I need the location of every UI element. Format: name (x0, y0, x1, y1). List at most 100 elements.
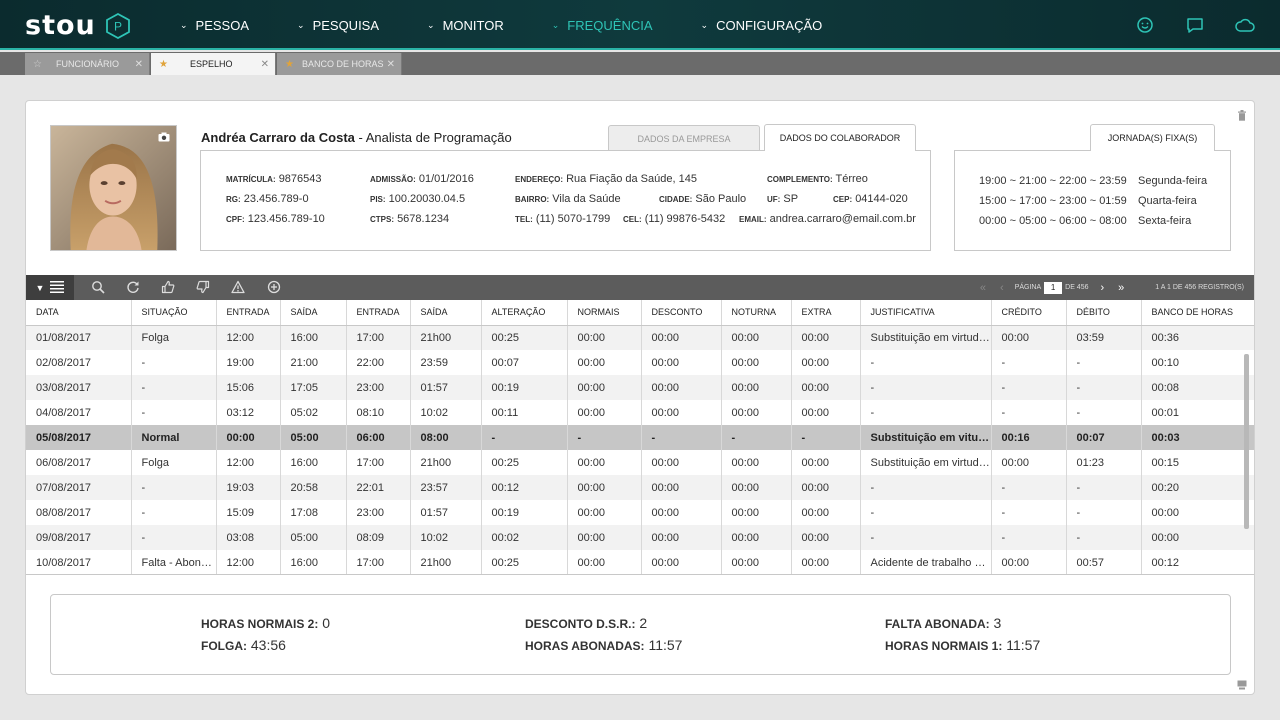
column-header[interactable]: ALTERAÇÃO (481, 300, 568, 326)
table-cell: 05:00 (280, 525, 347, 550)
smiley-icon[interactable] (1134, 14, 1156, 36)
trash-icon[interactable] (1237, 108, 1247, 121)
table-row[interactable]: 07/08/2017-19:03 20:58 22:01 23:57 00:12 00:0… (26, 475, 1254, 500)
table-cell: 00:00 (641, 450, 722, 475)
star-outline-icon[interactable]: ☆ (33, 59, 42, 70)
last-page-icon[interactable]: » (1118, 282, 1124, 294)
employee-fullname: Andréa Carraro da Costa (201, 130, 355, 145)
page-input[interactable]: 1 (1044, 281, 1063, 294)
tab-dados-empresa[interactable]: DADOS DA EMPRESA (608, 125, 760, 151)
table-cell: 00:36 (1141, 325, 1254, 350)
table-cell: 08:10 (346, 400, 411, 425)
column-header[interactable]: SITUAÇÃO (131, 300, 217, 326)
chat-icon[interactable] (1184, 14, 1206, 36)
search-icon[interactable] (91, 280, 105, 294)
nav-item-pesquisa[interactable]: ⌄ PESQUISA (297, 0, 379, 50)
table-cell: 00:00 (567, 375, 642, 400)
expand-icon[interactable] (1237, 677, 1247, 690)
table-cell: 17:08 (280, 500, 347, 525)
warning-icon[interactable] (231, 280, 245, 294)
summary-horas-normais-1: HORAS NORMAIS 1: 11:57 (885, 637, 1040, 653)
column-header[interactable]: JUSTIFICATIVA (860, 300, 992, 326)
star-icon[interactable]: ★ (159, 59, 168, 70)
table-row[interactable]: 03/08/2017-15:06 17:05 23:00 01:57 00:19 00:0… (26, 375, 1254, 400)
field-endereco: ENDEREÇO: Rua Fiação da Saúde, 145 (515, 173, 697, 185)
tab-banco-de-horas[interactable]: ★ BANCO DE HORAS ✕ (277, 53, 402, 75)
table-row[interactable]: 06/08/2017 Folga 12:00 16:00 17:00 21h00 00:25… (26, 450, 1254, 475)
field-value: 123.456.789-10 (247, 213, 325, 225)
column-header[interactable]: SAÍDA (280, 300, 347, 326)
table-cell: 01/08/2017 (26, 325, 132, 350)
field-value: São Paulo (695, 193, 747, 205)
column-header[interactable]: NORMAIS (567, 300, 642, 326)
table-cell: 23:59 (410, 350, 482, 375)
table-row[interactable]: 10/08/2017 Falta - Abonada 12:00 16:00 17:00… (26, 550, 1254, 574)
nav-item-label: PESSOA (195, 17, 250, 33)
table-cell: 06:00 (346, 425, 411, 450)
column-header[interactable]: SAÍDA (410, 300, 482, 326)
tab-jornadas-fixas[interactable]: JORNADA(S) FIXA(S) (1090, 124, 1215, 151)
field-value: 23.456.789-0 (243, 193, 309, 205)
close-icon[interactable]: ✕ (387, 59, 395, 70)
refresh-icon[interactable] (126, 280, 140, 294)
table-row[interactable]: 01/08/2017 Folga 12:00 16:00 17:00 21h00 00:25… (26, 325, 1254, 350)
nav-item-pessoa[interactable]: ⌄ PESSOA (180, 0, 249, 50)
cloud-icon[interactable] (1234, 14, 1256, 36)
prev-page-icon[interactable]: ‹ (1000, 282, 1004, 294)
nav-item-frequencia[interactable]: ⌄ FREQUÊNCIA (552, 0, 653, 50)
jornada-hours: 00:00 ~ 05:00 ~ 06:00 ~ 08:00 (979, 215, 1127, 227)
table-cell: 00:07 (1066, 425, 1142, 450)
thumbs-down-icon[interactable] (196, 280, 210, 294)
table-scrollbar[interactable] (1244, 354, 1249, 529)
table-cell: - (131, 400, 217, 425)
close-icon[interactable]: ✕ (261, 59, 269, 70)
document-tabs: ☆ FUNCIONÁRIO ✕ ★ ESPELHO ✕ ★ BANCO DE H… (0, 52, 1280, 75)
table-row[interactable]: 08/08/2017-15:09 17:08 23:00 01:57 00:19 00:0… (26, 500, 1254, 525)
table-cell: 19:03 (216, 475, 281, 500)
table-row[interactable]: 02/08/2017-19:00 21:00 22:00 23:59 00:07 00:0… (26, 350, 1254, 375)
column-header[interactable]: CRÉDITO (991, 300, 1067, 326)
view-menu-button[interactable]: ▼ (26, 275, 74, 300)
column-header[interactable]: ENTRADA (346, 300, 411, 326)
column-header[interactable]: DÉBITO (1066, 300, 1142, 326)
logo[interactable]: stou P (25, 10, 130, 41)
column-header[interactable]: DESCONTO (641, 300, 722, 326)
list-icon (50, 280, 65, 295)
avatar (50, 125, 177, 251)
nav-item-monitor[interactable]: ⌄ MONITOR (427, 0, 504, 50)
close-icon[interactable]: ✕ (135, 59, 143, 70)
column-header[interactable]: EXTRA (791, 300, 861, 326)
table-row[interactable]: 04/08/2017-03:12 05:02 08:10 10:02 00:11 00:0… (26, 400, 1254, 425)
table-cell: 00:00 (791, 500, 861, 525)
table-cell: 00:25 (481, 450, 568, 475)
nav-item-configuracao[interactable]: ⌄ CONFIGURAÇÃO (701, 0, 823, 50)
table-cell: - (131, 350, 217, 375)
table-row[interactable]: 09/08/2017-03:08 05:00 08:09 10:02 00:02 00:0… (26, 525, 1254, 550)
tab-funcionario[interactable]: ☆ FUNCIONÁRIO ✕ (25, 53, 150, 75)
tab-dados-colaborador[interactable]: DADOS DO COLABORADOR (764, 124, 916, 151)
first-page-icon[interactable]: « (980, 282, 986, 294)
pagination: « ‹ PÁGINA 1 DE 456 › » 1 A 1 DE 456 REG… (973, 275, 1244, 300)
column-header[interactable]: ENTRADA (216, 300, 281, 326)
next-page-icon[interactable]: › (1101, 282, 1105, 294)
table-cell: 12:00 (216, 325, 281, 350)
summary-box: HORAS NORMAIS 2: 0 FOLGA: 43:56 DESCONTO… (50, 594, 1231, 675)
column-header[interactable]: BANCO DE HORAS (1141, 300, 1254, 326)
thumbs-up-icon[interactable] (161, 280, 175, 294)
tab-espelho[interactable]: ★ ESPELHO ✕ (151, 53, 276, 75)
camera-icon[interactable] (158, 132, 170, 142)
field-value: andrea.carraro@email.com.br (769, 213, 916, 225)
table-cell: 02/08/2017 (26, 350, 132, 375)
column-header[interactable]: DATA (26, 300, 132, 326)
add-circle-icon[interactable] (267, 280, 281, 294)
summary-label: HORAS NORMAIS 2: (201, 617, 319, 631)
table-cell: 00:00 (791, 400, 861, 425)
field-bairro: BAIRRO: Vila da Saúde (515, 193, 621, 205)
star-icon[interactable]: ★ (285, 59, 294, 70)
table-cell: 00:00 (721, 350, 792, 375)
table-cell: - (1066, 400, 1142, 425)
column-header[interactable]: NOTURNA (721, 300, 792, 326)
table-row[interactable]: 05/08/2017 Normal 00:00 05:00 06:00 08:00- - - -… (26, 425, 1254, 450)
table-cell: 22:01 (346, 475, 411, 500)
field-label: RG: (226, 195, 241, 204)
